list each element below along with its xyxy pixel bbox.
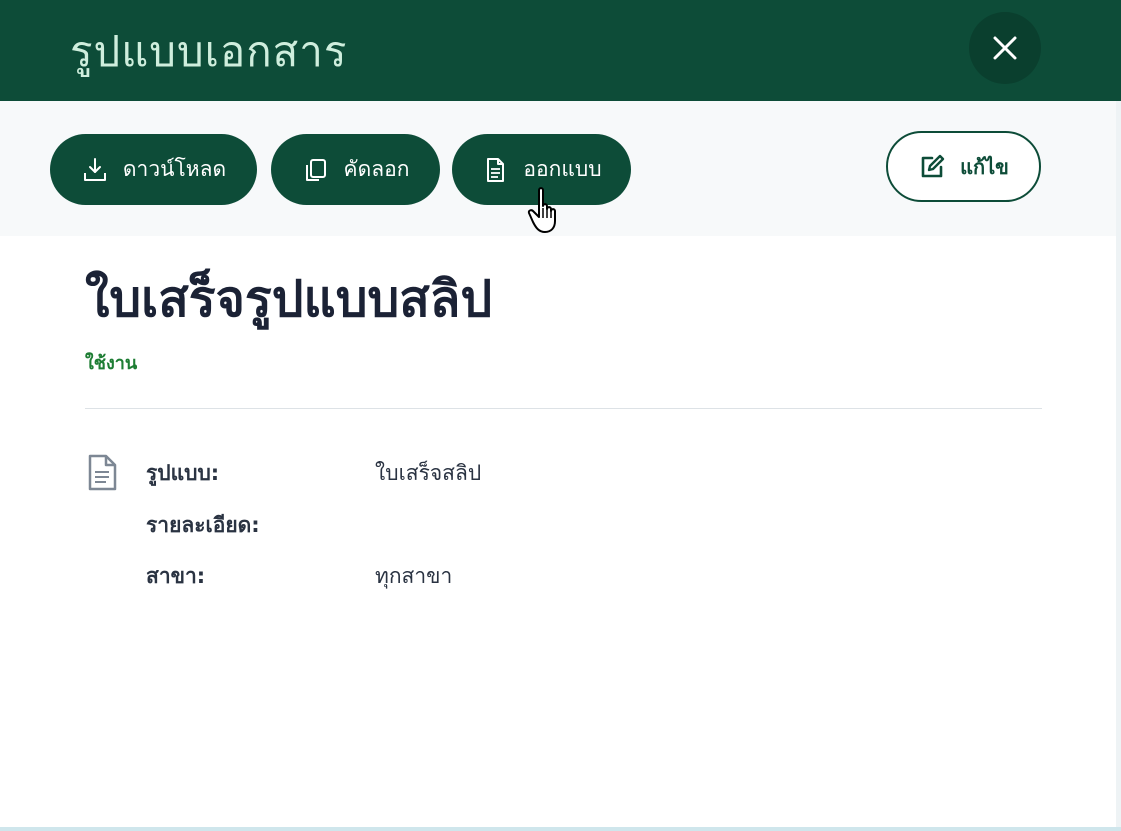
description-label: รายละเอียด: — [146, 513, 260, 537]
copy-label: คัดลอก — [343, 157, 410, 181]
branch-value: ทุกสาขา — [375, 564, 453, 588]
document-format-modal: รูปแบบเอกสาร ดาวน์โหลด คัดลอก ออกแบบ แก้… — [0, 0, 1121, 831]
copy-icon — [302, 156, 330, 184]
modal-edge — [1116, 101, 1121, 827]
bottom-border — [0, 827, 1121, 831]
download-icon — [81, 156, 109, 184]
modal-title: รูปแบบเอกสาร — [70, 27, 348, 76]
edit-icon — [918, 153, 946, 181]
branch-label: สาขา: — [146, 564, 206, 588]
close-button[interactable] — [969, 12, 1041, 84]
divider — [85, 408, 1042, 409]
format-value: ใบเสร็จสลิป — [375, 461, 482, 485]
status-text: ใช้งาน — [85, 353, 138, 374]
modal-header: รูปแบบเอกสาร — [0, 0, 1121, 101]
edit-button[interactable]: แก้ไข — [886, 131, 1041, 202]
download-label: ดาวน์โหลด — [122, 157, 227, 181]
file-text-icon — [88, 454, 117, 491]
copy-button[interactable]: คัดลอก — [271, 134, 440, 205]
design-label: ออกแบบ — [523, 157, 602, 181]
format-label: รูปแบบ: — [146, 461, 220, 485]
download-button[interactable]: ดาวน์โหลด — [50, 134, 257, 205]
action-toolbar: ดาวน์โหลด คัดลอก ออกแบบ แก้ไข — [0, 101, 1121, 236]
document-title: ใบเสร็จรูปแบบสลิป — [85, 270, 493, 328]
design-button[interactable]: ออกแบบ — [452, 134, 631, 205]
document-icon — [481, 156, 509, 184]
close-icon — [993, 36, 1017, 60]
edit-label: แก้ไข — [960, 154, 1009, 179]
